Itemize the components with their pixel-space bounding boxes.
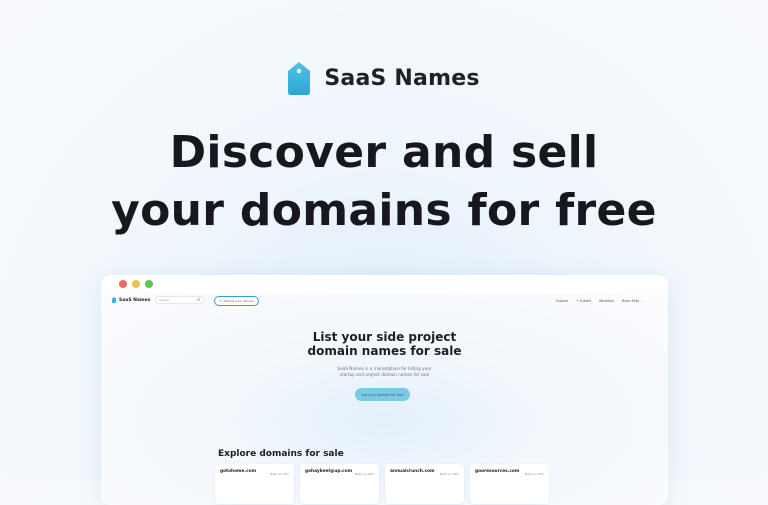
- user-menu[interactable]: Bram Eelfs ⌄: [622, 299, 644, 303]
- tag-icon: [288, 62, 311, 95]
- hero-line-1: Discover and sell: [169, 127, 599, 178]
- make-offer-link[interactable]: Make an offer: [525, 472, 544, 476]
- submit-domain-button[interactable]: + Submit your domain: [214, 296, 259, 306]
- domain-card[interactable]: gotohome.com Make an offer: [215, 464, 294, 504]
- content-title-line-1: List your side project: [312, 330, 457, 344]
- hero-heading: Discover and sell your domains for free: [0, 124, 768, 240]
- search-placeholder: Search: [159, 298, 170, 302]
- domain-name: gotohome.com: [220, 469, 257, 474]
- domain-card-list: gotohome.com Make an offer gohaybeel@up.…: [215, 464, 549, 504]
- domain-name: gooresources.com: [475, 469, 520, 474]
- nav-logo-text: SaaS Names: [119, 297, 151, 303]
- browser-window: SaaS Names Search + Submit your domain E…: [101, 275, 668, 505]
- nav-link-advertise[interactable]: Advertise: [599, 299, 614, 303]
- site-navbar: SaaS Names Search + Submit your domain E…: [101, 294, 668, 308]
- domain-name: gohaybeel@up.com: [305, 469, 353, 474]
- window-controls: [119, 280, 153, 288]
- brand-name: SaaS Names: [324, 66, 480, 91]
- nav-logo[interactable]: SaaS Names: [112, 297, 150, 303]
- domain-card[interactable]: annualcrunch.com Make an offer: [385, 464, 464, 504]
- tag-icon: [112, 297, 116, 303]
- make-offer-link[interactable]: Make an offer: [355, 472, 374, 476]
- nav-link-explore[interactable]: Explore: [556, 299, 568, 303]
- nav-link-submit[interactable]: + Submit: [576, 299, 591, 303]
- content-desc-line-2: startup and project domain names for sal…: [339, 372, 430, 377]
- search-input[interactable]: Search: [155, 296, 205, 304]
- hero-line-2: your domains for free: [111, 185, 657, 236]
- user-name: Bram Eelfs: [622, 298, 640, 303]
- domain-name: annualcrunch.com: [390, 469, 435, 474]
- make-offer-link[interactable]: Make an offer: [270, 472, 289, 476]
- list-domain-button[interactable]: List your domain for free: [355, 388, 410, 401]
- domain-card[interactable]: gooresources.com Make an offer: [470, 464, 549, 504]
- make-offer-link[interactable]: Make an offer: [440, 472, 459, 476]
- search-icon: [197, 298, 201, 302]
- minimize-window-button[interactable]: [132, 280, 140, 288]
- plus-icon: +: [219, 299, 222, 303]
- browser-viewport: SaaS Names Search + Submit your domain E…: [101, 294, 668, 505]
- content-title: List your side project domain names for …: [101, 330, 668, 358]
- nav-links: Explore + Submit Advertise Bram Eelfs ⌄: [556, 297, 644, 305]
- chevron-down-icon: ⌄: [641, 298, 644, 303]
- brand-header: SaaS Names: [0, 62, 768, 95]
- content-title-line-2: domain names for sale: [307, 344, 462, 358]
- maximize-window-button[interactable]: [145, 280, 153, 288]
- content-description: SaaS Names is a marketplace for listing …: [101, 366, 668, 378]
- explore-title: Explore domains for sale: [218, 449, 344, 459]
- close-window-button[interactable]: [119, 280, 127, 288]
- submit-domain-label: Submit your domain: [223, 299, 254, 303]
- domain-card[interactable]: gohaybeel@up.com Make an offer: [300, 464, 379, 504]
- list-domain-label: List your domain for free: [361, 392, 404, 397]
